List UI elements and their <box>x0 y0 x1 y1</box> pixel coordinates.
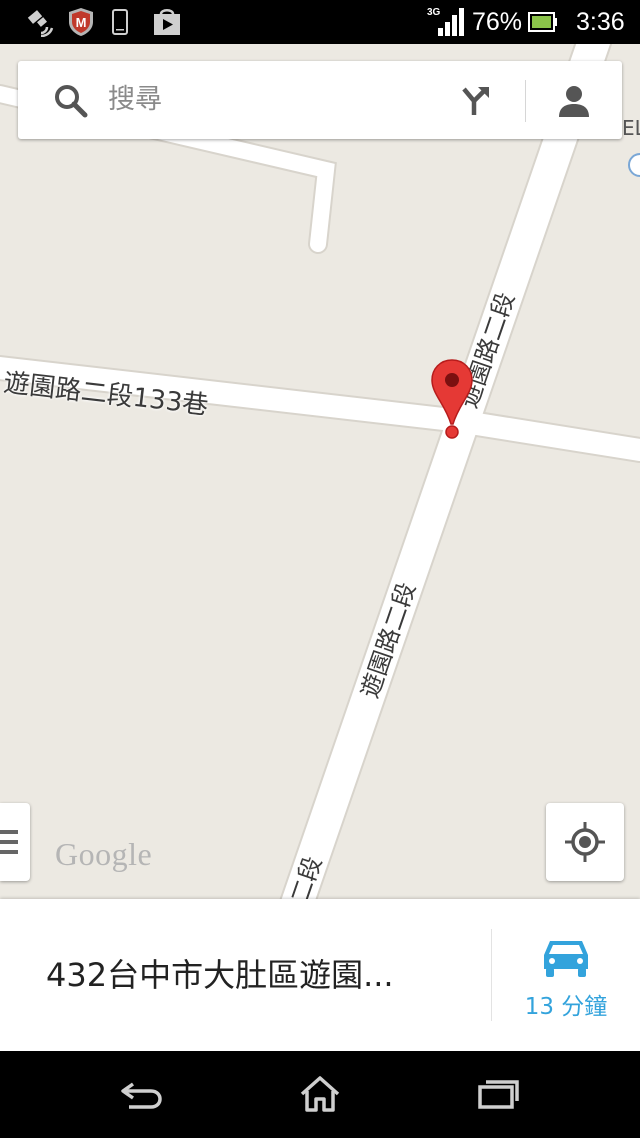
place-address[interactable]: 432台中市大肚區遊園... <box>46 899 394 1051</box>
search-icon[interactable] <box>54 84 88 118</box>
signal-icon: 3G <box>426 6 466 38</box>
svg-text:M: M <box>76 15 87 30</box>
search-bar-divider <box>525 80 526 122</box>
home-icon[interactable] <box>295 1069 345 1119</box>
mcafee-icon: M <box>66 6 96 38</box>
place-card[interactable]: 432台中市大肚區遊園... 13 分鐘 <box>0 899 640 1051</box>
clock: 3:36 <box>576 8 625 36</box>
my-location-button[interactable] <box>546 803 624 881</box>
menu-icon <box>0 830 18 854</box>
gps-icon <box>22 6 58 38</box>
status-bar: M 3G 76% 3:36 <box>0 0 640 44</box>
search-input[interactable]: 搜尋 <box>108 61 162 139</box>
location-pin-icon[interactable] <box>430 358 474 440</box>
search-bar[interactable]: 搜尋 <box>18 61 622 139</box>
back-icon[interactable] <box>117 1069 167 1119</box>
eta-time: 13 分鐘 <box>524 994 608 1020</box>
battery-percent: 76% <box>472 8 523 36</box>
navigation-bar <box>0 1051 640 1138</box>
directions-icon[interactable] <box>458 83 494 119</box>
phone-icon <box>108 6 132 38</box>
map-roads <box>0 44 640 899</box>
map-view[interactable]: 遊園路二段133巷 遊園路二段 遊園路二段 二段 EL <box>0 44 640 899</box>
car-icon <box>541 937 591 979</box>
directions-eta-button[interactable]: 13 分鐘 <box>492 899 640 1051</box>
side-menu-button[interactable] <box>0 803 30 881</box>
edge-label: EL <box>622 116 640 140</box>
recent-apps-icon[interactable] <box>473 1069 523 1119</box>
svg-text:3G: 3G <box>427 7 441 18</box>
battery-icon <box>528 6 558 38</box>
account-icon[interactable] <box>556 83 592 119</box>
play-store-icon <box>150 6 184 38</box>
crosshair-icon <box>565 822 605 862</box>
google-logo: Google <box>55 836 153 872</box>
